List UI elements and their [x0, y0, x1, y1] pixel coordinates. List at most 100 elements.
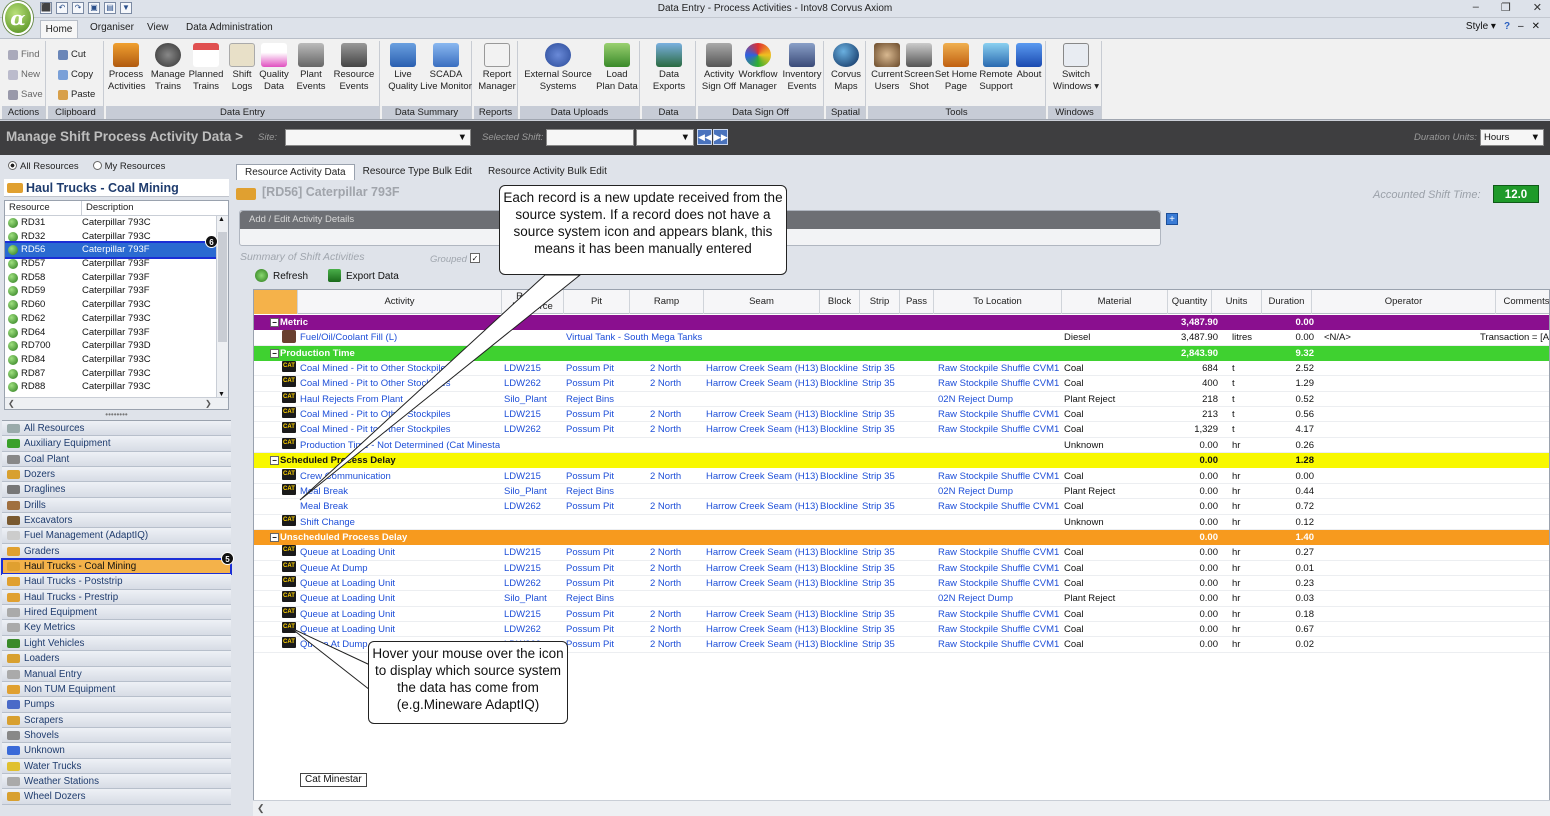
paste-button[interactable]: Paste [58, 89, 95, 100]
resource-row[interactable]: RD57 Caterpillar 793F [5, 257, 228, 271]
style-menu[interactable]: Style ▾ [1466, 21, 1496, 32]
resource-row[interactable]: RD31 Caterpillar 793C [5, 216, 228, 230]
cat-minestar-icon[interactable]: CAT [282, 407, 296, 419]
data-exports-button[interactable]: Data Exports [648, 43, 690, 93]
group-item[interactable]: Dozers [2, 467, 231, 483]
live-quality-button[interactable]: Live Quality [386, 43, 420, 93]
shift-date-picker[interactable] [546, 129, 634, 146]
cat-minestar-icon[interactable]: CAT [282, 545, 296, 557]
workflow-manager-button[interactable]: Workflow Manager [738, 43, 778, 93]
group-item[interactable]: Scrapers [2, 712, 231, 728]
activity-row[interactable]: CAT Queue at Loading Unit LDW215 Possum Pit… [254, 545, 1549, 561]
planned-trains-button[interactable]: Planned Trains [188, 43, 224, 93]
col-strip[interactable]: Strip [860, 290, 900, 314]
about-button[interactable]: About [1014, 43, 1044, 81]
grid-h-scrollbar[interactable]: ❮ [253, 800, 1550, 816]
quality-data-button[interactable]: Quality Data [258, 43, 290, 93]
tab-home[interactable]: Home [40, 20, 78, 38]
activity-row[interactable]: CAT Shift Change Unknown 0.00 hr 0.12 [254, 514, 1549, 530]
duration-units-dropdown[interactable]: Hours ▼ [1480, 129, 1544, 146]
export-data-button[interactable]: Export Data [328, 269, 399, 282]
tab-organiser[interactable]: Organiser [90, 22, 134, 33]
ribbon-close-icon[interactable]: ✕ [1532, 21, 1540, 32]
screen-shot-button[interactable]: Screen Shot [904, 43, 934, 93]
group-item[interactable]: Draglines [2, 482, 231, 498]
group-item[interactable]: Haul Trucks - Coal Mining 5 [1, 552, 234, 576]
shift-dropdown[interactable]: ▼ [636, 129, 694, 146]
col-operator[interactable]: Operator [1312, 290, 1496, 314]
remote-support-button[interactable]: Remote Support [978, 43, 1014, 93]
save-button[interactable]: Save [8, 89, 43, 100]
group-item[interactable]: Drills [2, 497, 231, 514]
cat-minestar-icon[interactable]: CAT [282, 376, 296, 388]
activity-row[interactable]: CAT Queue at Loading Unit LDW262 Possum Pit… [254, 575, 1549, 592]
group-item[interactable]: Weather Stations [2, 773, 231, 790]
add-activity-button[interactable]: + [1166, 213, 1178, 225]
app-logo-icon[interactable]: α [3, 1, 33, 35]
tab-view[interactable]: View [147, 22, 169, 33]
collapse-icon[interactable]: − [270, 532, 279, 542]
resource-events-button[interactable]: Resource Events [332, 43, 376, 93]
activity-row[interactable]: CAT Coal Mined - Pit to Other Stockpiles L… [254, 361, 1549, 377]
resource-row[interactable]: RD59 Caterpillar 793F [5, 284, 228, 298]
cat-minestar-icon[interactable]: CAT [282, 606, 296, 618]
copy-button[interactable]: Copy [58, 69, 93, 80]
cat-minestar-icon[interactable]: CAT [282, 575, 296, 587]
all-resources-radio[interactable]: All Resources [8, 161, 79, 172]
activity-row[interactable]: CAT Queue at Loading Unit Silo_Plant Reject… [254, 591, 1549, 607]
next-shift-button[interactable]: ▶▶ [713, 129, 728, 145]
col-description[interactable]: Description [82, 201, 134, 215]
activity-row[interactable]: CAT Coal Mined - Pit to Other Stockpiles L… [254, 422, 1549, 438]
cat-minestar-icon[interactable]: CAT [282, 361, 296, 373]
tab-resource-type-bulk-edit[interactable]: Resource Type Bulk Edit [355, 164, 480, 180]
current-users-button[interactable]: Current Users [870, 43, 904, 93]
cat-minestar-icon[interactable]: CAT [282, 622, 296, 633]
cat-minestar-icon[interactable]: CAT [282, 591, 296, 603]
cat-minestar-icon[interactable]: CAT [282, 483, 296, 495]
my-resources-radio[interactable]: My Resources [92, 161, 165, 172]
scada-live-monitor-button[interactable]: SCADA Live Monitor [420, 43, 472, 93]
group-item[interactable]: Hired Equipment [2, 605, 231, 621]
corvus-maps-button[interactable]: Corvus Maps [828, 43, 864, 93]
col-pit[interactable]: Pit [564, 290, 630, 314]
cat-minestar-icon[interactable]: CAT [282, 422, 296, 434]
tab-resource-activity-data[interactable]: Resource Activity Data [236, 164, 355, 180]
new-button[interactable]: New [8, 69, 40, 80]
group-item[interactable]: Light Vehicles [2, 635, 231, 652]
resource-row[interactable]: RD56 Caterpillar 793F 6 [5, 235, 228, 260]
activity-row[interactable]: CAT Coal Mined - Pit to Other Stockpiles L… [254, 407, 1549, 423]
resource-row[interactable]: RD64 Caterpillar 793F [5, 326, 228, 340]
activity-row[interactable]: CAT Meal Break Silo_Plant Reject Bins 02N Re… [254, 483, 1549, 500]
group-item[interactable]: Fuel Management (AdaptIQ) [2, 528, 231, 544]
resource-row[interactable]: RD32 Caterpillar 793C [5, 230, 228, 244]
col-quantity[interactable]: Quantity [1168, 290, 1212, 314]
group-item[interactable]: Auxiliary Equipment [2, 436, 231, 452]
collapse-icon[interactable]: − [270, 456, 279, 466]
col-pass[interactable]: Pass [900, 290, 934, 314]
scroll-up-icon[interactable]: ▲ [218, 216, 225, 223]
inventory-events-button[interactable]: Inventory Events [780, 43, 824, 93]
scroll-left-icon[interactable]: ❮ [8, 399, 15, 408]
close-icon[interactable]: ✕ [1533, 1, 1542, 14]
group-row[interactable]: − Scheduled Process Delay 0.00 1.28 [254, 453, 1549, 469]
col-ramp[interactable]: Ramp [630, 290, 704, 314]
collapse-icon[interactable]: − [270, 348, 279, 358]
cut-button[interactable]: Cut [58, 49, 86, 60]
resource-scrollbar[interactable]: ▲ ▼ [216, 216, 228, 398]
col-activity[interactable]: Activity [298, 290, 502, 314]
manage-trains-button[interactable]: Manage Trains [150, 43, 186, 93]
col-material[interactable]: Material [1062, 290, 1168, 314]
scroll-right-icon[interactable]: ❯ [205, 399, 212, 408]
set-home-page-button[interactable]: Set Home Page [934, 43, 978, 93]
shift-logs-button[interactable]: Shift Logs [228, 43, 256, 93]
tab-data-administration[interactable]: Data Administration [186, 22, 273, 33]
minimize-icon[interactable]: – [1473, 1, 1479, 14]
refresh-button[interactable]: Refresh [255, 269, 308, 282]
group-item[interactable]: Graders [2, 543, 231, 560]
resource-row[interactable]: RD700 Caterpillar 793D [5, 339, 228, 353]
grouped-checkbox[interactable]: ✓ [470, 253, 480, 263]
resource-row[interactable]: RD87 Caterpillar 793C [5, 367, 228, 381]
site-dropdown[interactable]: ▼ [285, 129, 471, 146]
switch-windows-button[interactable]: Switch Windows ▾ [1052, 43, 1100, 93]
resource-row[interactable]: RD60 Caterpillar 793C [5, 298, 228, 312]
